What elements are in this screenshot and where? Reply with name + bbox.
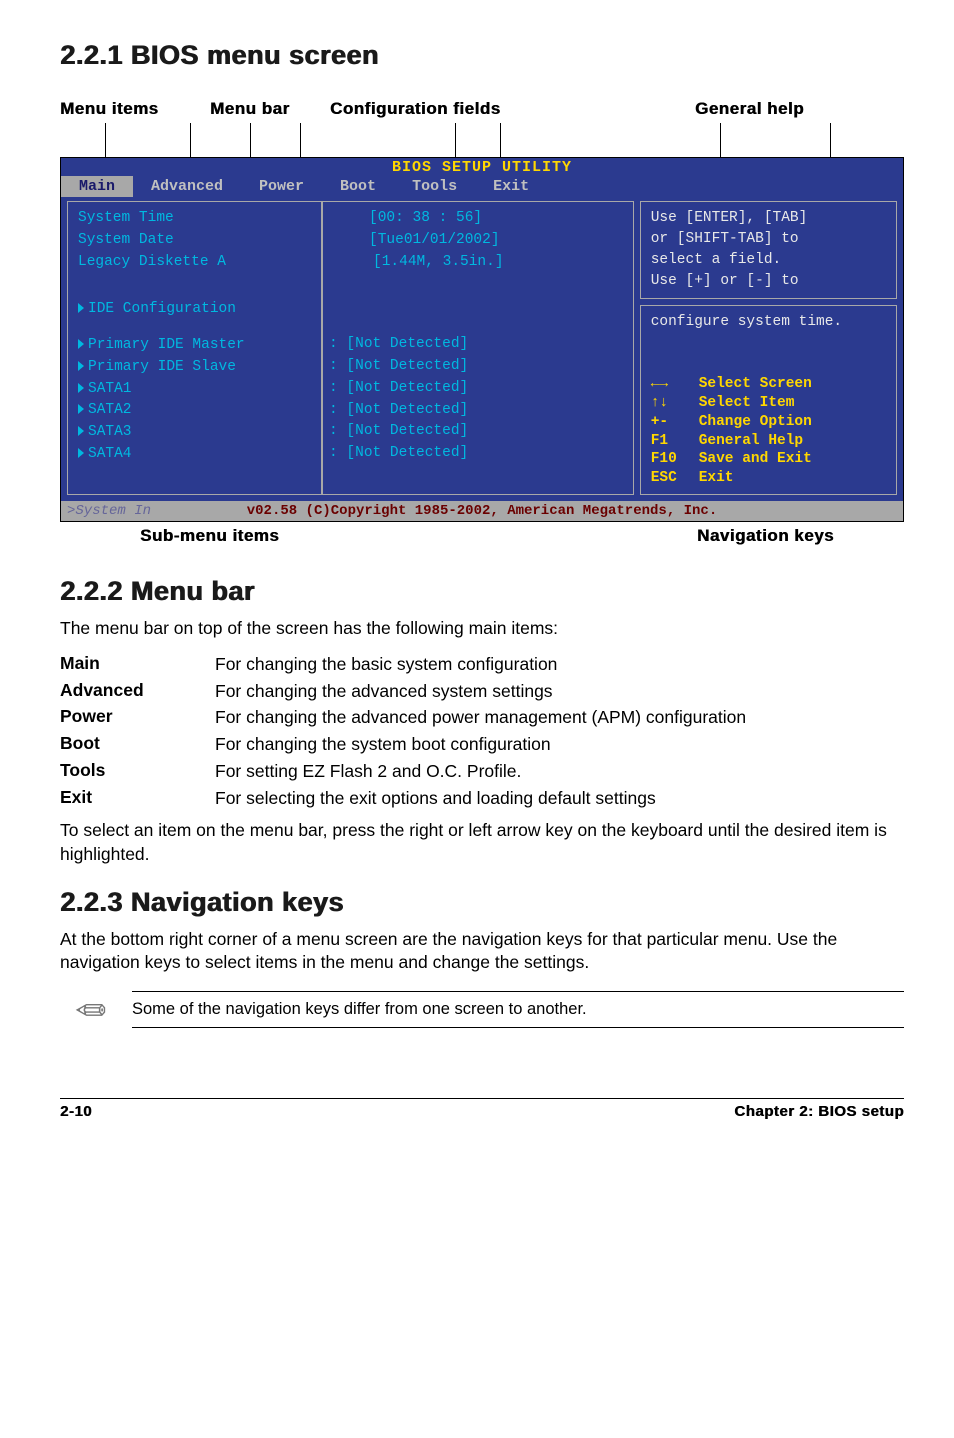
navkey-row: F10Save and Exit (651, 450, 886, 469)
label-menu-items: Menu items (60, 99, 210, 119)
row-sata3[interactable]: SATA3 (78, 422, 311, 444)
diagram-labels-bottom: Sub-menu items Navigation keys (60, 526, 904, 546)
para-223-body: At the bottom right corner of a menu scr… (60, 928, 904, 975)
val-nd: : [Not Detected] (329, 400, 627, 422)
def-tools: ToolsFor setting EZ Flash 2 and O.C. Pro… (60, 760, 904, 783)
row-ide-cfg[interactable]: IDE Configuration (78, 299, 311, 321)
help-line: Use [ENTER], [TAB] (651, 208, 886, 229)
help-line: configure system time. (651, 312, 886, 333)
label-navigation-keys: Navigation keys (520, 526, 904, 546)
heading-222: 2.2.2 Menu bar (60, 576, 904, 607)
bios-screenshot: BIOS SETUP UTILITY Main Advanced Power B… (60, 157, 904, 522)
para-222-intro: The menu bar on top of the screen has th… (60, 617, 904, 641)
label-menu-bar: Menu bar (210, 99, 330, 119)
row-sys-time[interactable]: System Time (78, 208, 311, 230)
diagram-labels-top: Menu items Menu bar Configuration fields… (60, 99, 904, 119)
key-f10: F10 (651, 450, 693, 469)
submenu-arrow-icon (78, 383, 84, 393)
val-nd: : [Not Detected] (329, 356, 627, 378)
submenu-arrow-icon (78, 404, 84, 414)
page-footer: 2-10 Chapter 2: BIOS setup (60, 1098, 904, 1120)
para-222-outro: To select an item on the menu bar, press… (60, 819, 904, 866)
bios-tab-power[interactable]: Power (241, 176, 322, 197)
navkey-row: ESCExit (651, 469, 886, 488)
bios-tab-boot[interactable]: Boot (322, 176, 394, 197)
def-advanced: AdvancedFor changing the advanced system… (60, 680, 904, 703)
val-legacy[interactable]: [1.44M, 3.5in.] (329, 252, 627, 274)
label-general-help: General help (595, 99, 904, 119)
leader-lines-top (60, 123, 904, 157)
bios-footer-copy: v02.58 (C)Copyright 1985-2002, American … (247, 503, 717, 519)
def-exit: ExitFor selecting the exit options and l… (60, 787, 904, 810)
val-nd: : [Not Detected] (329, 421, 627, 443)
val-nd: : [Not Detected] (329, 443, 627, 465)
def-main: MainFor changing the basic system config… (60, 653, 904, 676)
heading-221: 2.2.1 BIOS menu screen (60, 40, 904, 71)
row-legacy[interactable]: Legacy Diskette A (78, 252, 311, 274)
navkey-row: +-Change Option (651, 413, 886, 432)
bios-tab-exit[interactable]: Exit (475, 176, 547, 197)
row-sys-date[interactable]: System Date (78, 230, 311, 252)
bios-nav-panel: configure system time. ←→Select Screen ↑… (640, 305, 897, 495)
submenu-arrow-icon (78, 448, 84, 458)
bios-tab-main[interactable]: Main (61, 176, 133, 197)
label-sub-menu-items: Sub-menu items (60, 526, 520, 546)
row-sata1[interactable]: SATA1 (78, 379, 311, 401)
row-sata2[interactable]: SATA2 (78, 400, 311, 422)
help-line: select a field. (651, 250, 886, 271)
bios-footer: >System In v02.58 (C)Copyright 1985-2002… (61, 501, 903, 521)
submenu-arrow-icon (78, 426, 84, 436)
key-f1: F1 (651, 432, 693, 451)
help-line: or [SHIFT-TAB] to (651, 229, 886, 250)
pencil-icon: ✎ (63, 984, 114, 1035)
definition-list: MainFor changing the basic system config… (60, 653, 904, 810)
key-arrows-ud-icon: ↑↓ (651, 394, 693, 413)
navkey-row: F1General Help (651, 432, 886, 451)
key-arrows-lr-icon: ←→ (651, 375, 693, 394)
bios-footer-sys: >System In (67, 503, 151, 519)
bios-titlebar: BIOS SETUP UTILITY (61, 158, 903, 176)
chapter-title: Chapter 2: BIOS setup (734, 1103, 904, 1120)
note-box: ✎ Some of the navigation keys differ fro… (60, 991, 904, 1028)
label-config-fields: Configuration fields (330, 99, 595, 119)
val-nd: : [Not Detected] (329, 378, 627, 400)
bios-left-values: [00: 38 : 56] [Tue01/01/2002] [1.44M, 3.… (322, 201, 634, 495)
val-date[interactable]: [Tue01/01/2002] (329, 230, 627, 252)
row-primary-master[interactable]: Primary IDE Master (78, 335, 311, 357)
submenu-arrow-icon (78, 361, 84, 371)
val-nd: : [Not Detected] (329, 334, 627, 356)
row-sata4[interactable]: SATA4 (78, 444, 311, 466)
key-esc: ESC (651, 469, 693, 488)
heading-223: 2.2.3 Navigation keys (60, 887, 904, 918)
bios-tab-tools[interactable]: Tools (394, 176, 475, 197)
note-text: Some of the navigation keys differ from … (132, 991, 904, 1028)
bios-tab-advanced[interactable]: Advanced (133, 176, 241, 197)
submenu-arrow-icon (78, 339, 84, 349)
help-line: Use [+] or [-] to (651, 271, 886, 292)
bios-menubar: Main Advanced Power Boot Tools Exit (61, 176, 903, 197)
val-time[interactable]: [00: 38 : 56] (329, 208, 627, 230)
navkey-row: ←→Select Screen (651, 375, 886, 394)
key-plusminus-icon: +- (651, 413, 693, 432)
bios-help-panel: Use [ENTER], [TAB] or [SHIFT-TAB] to sel… (640, 201, 897, 299)
bios-left-labels: System Time System Date Legacy Diskette … (67, 201, 322, 495)
submenu-arrow-icon (78, 303, 84, 313)
def-boot: BootFor changing the system boot configu… (60, 733, 904, 756)
row-primary-slave[interactable]: Primary IDE Slave (78, 357, 311, 379)
def-power: PowerFor changing the advanced power man… (60, 706, 904, 729)
navkey-row: ↑↓Select Item (651, 394, 886, 413)
page-number: 2-10 (60, 1103, 92, 1120)
